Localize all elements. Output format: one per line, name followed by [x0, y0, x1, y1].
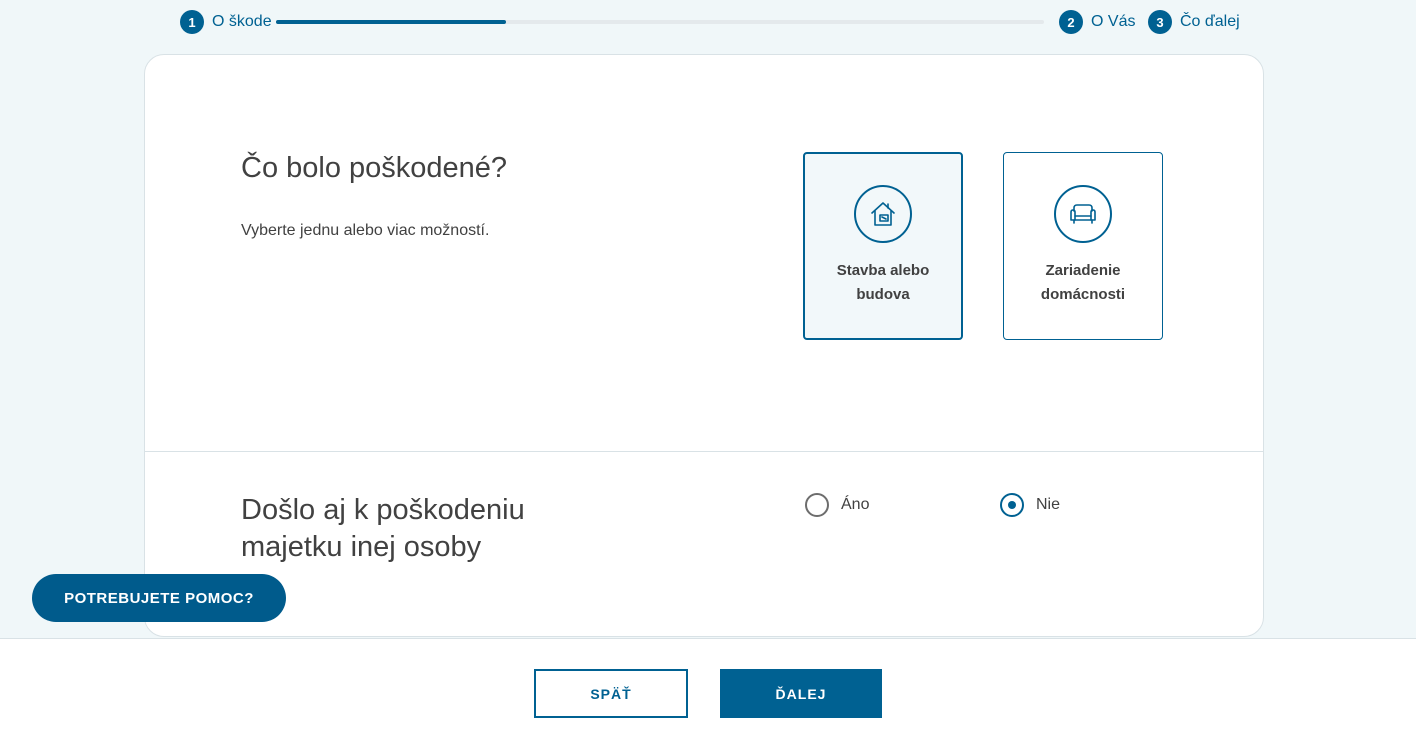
third-party-question-title: Došlo aj k poškodeniu majetku inej osoby [241, 494, 525, 563]
next-button[interactable]: ĎALEJ [720, 669, 882, 718]
house-icon [854, 185, 912, 243]
option-label: Zariadenie domácnosti [1040, 262, 1126, 303]
radio-label: Áno [841, 496, 870, 513]
damage-question-section: Čo bolo poškodené? Vyberte jednu alebo v… [145, 55, 1263, 452]
damage-question-subtitle: Vyberte jednu alebo viac možností. [241, 222, 490, 239]
radio-button[interactable] [805, 493, 829, 517]
footer-bar: SPÄŤ ĎALEJ [0, 638, 1416, 746]
help-button[interactable]: POTREBUJETE POMOC? [32, 574, 286, 622]
step-about-you: 2 O Vás [1059, 9, 1135, 35]
step-about-damage: 1 O škode [180, 9, 272, 35]
step-number: 3 [1148, 10, 1172, 34]
damage-question-title: Čo bolo poškodené? [241, 152, 508, 184]
step-what-next: 3 Čo ďalej [1148, 9, 1240, 35]
radio-yes[interactable]: Áno [805, 493, 869, 517]
progress-bar [276, 20, 1044, 24]
option-household[interactable]: Zariadenie domácnosti [1003, 152, 1163, 340]
step-label: O Vás [1091, 13, 1136, 30]
option-building[interactable]: Stavba alebo budova [803, 152, 963, 340]
progress-stepper: 1 O škode 2 O Vás 3 Čo ďalej [180, 9, 1240, 35]
step-label: Čo ďalej [1180, 13, 1240, 30]
option-label: Stavba alebo budova [836, 262, 930, 303]
radio-no[interactable]: Nie [1000, 493, 1060, 517]
back-button[interactable]: SPÄŤ [534, 669, 688, 718]
radio-button[interactable] [1000, 493, 1024, 517]
step-number: 2 [1059, 10, 1083, 34]
radio-label: Nie [1036, 496, 1061, 513]
third-party-question-section: Došlo aj k poškodeniu majetku inej osoby… [145, 453, 1263, 636]
step-label: O škode [212, 13, 272, 30]
step-number: 1 [180, 10, 204, 34]
armchair-icon [1054, 185, 1112, 243]
progress-bar-fill [276, 20, 507, 24]
form-card: Čo bolo poškodené? Vyberte jednu alebo v… [144, 54, 1264, 637]
